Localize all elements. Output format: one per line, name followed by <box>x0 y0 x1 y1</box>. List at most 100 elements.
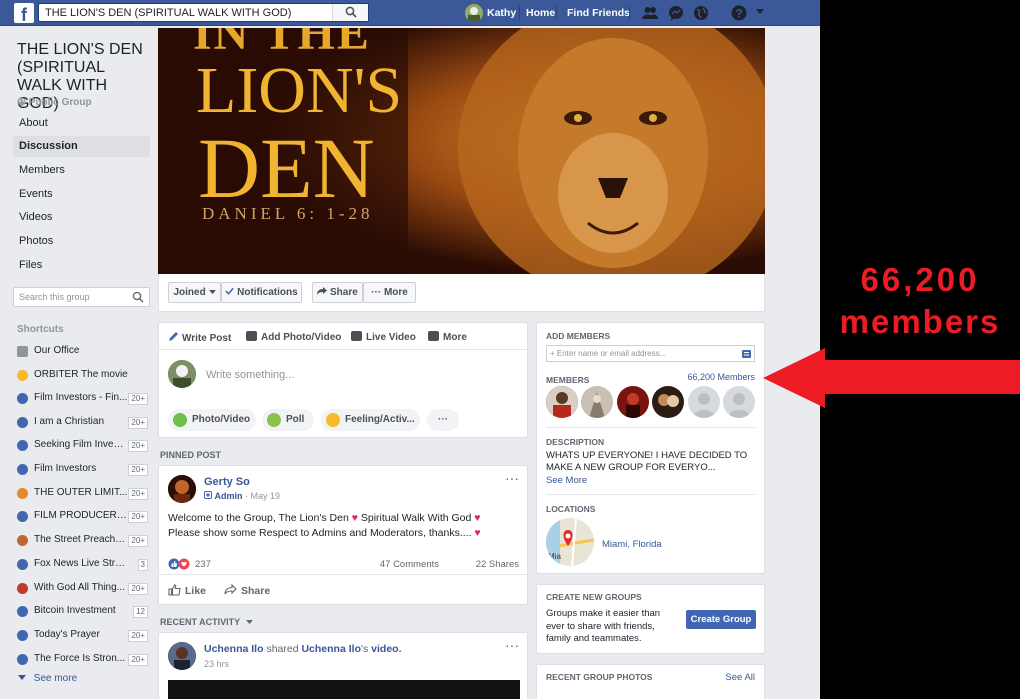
unread-count-badge: 20+ <box>128 488 148 500</box>
find-friends-link[interactable]: Find Friends <box>567 7 630 19</box>
create-group-button[interactable]: Create Group <box>686 610 756 629</box>
composer-input[interactable]: Write something... <box>206 369 294 381</box>
shortcut-item[interactable]: Seeking Film Invest... 20+ <box>17 438 150 454</box>
messenger-icon[interactable] <box>668 5 684 21</box>
post-date[interactable]: May 19 <box>251 491 281 501</box>
tab-live-video[interactable]: Live Video <box>351 331 416 343</box>
annotation-arrow-icon <box>763 348 1020 408</box>
avatar[interactable] <box>168 475 196 503</box>
shortcut-label: I am a Christian <box>34 416 105 427</box>
notifications-globe-icon[interactable] <box>693 5 709 21</box>
shortcut-item[interactable]: Today's Prayer 20+ <box>17 628 150 644</box>
leftnav-about[interactable]: About <box>13 113 150 134</box>
tab-write-post[interactable]: Write Post <box>168 331 231 344</box>
add-members-input[interactable]: + Enter name or email address... <box>546 345 755 362</box>
more-options-button[interactable]: ··· <box>427 409 459 431</box>
member-avatar[interactable] <box>546 386 578 418</box>
joined-button[interactable]: Joined <box>168 282 221 303</box>
members-count-link[interactable]: 66,200 Members <box>687 372 755 382</box>
recent-activity-heading[interactable]: RECENT ACTIVITY <box>160 617 253 627</box>
member-avatar[interactable] <box>652 386 684 418</box>
map-city-label: Mia <box>548 552 561 561</box>
description-see-more-link[interactable]: See More <box>546 475 587 486</box>
verb: shared <box>266 643 299 655</box>
admin-role[interactable]: Admin <box>215 491 243 501</box>
search-button[interactable] <box>332 4 368 21</box>
group-cover-photo[interactable]: IN THE LION'S DEN DANIEL 6: 1-28 <box>158 28 765 274</box>
shortcut-item[interactable]: With God All Thing... 20+ <box>17 581 150 597</box>
shortcut-item[interactable]: FILM PRODUCERS,FIN...20+ <box>17 509 150 525</box>
shortcut-item[interactable]: ORBITER The movie <box>17 368 150 384</box>
tab-more[interactable]: More <box>428 331 467 343</box>
leftnav-discussion[interactable]: Discussion <box>13 136 150 157</box>
cover-actions-bar: Joined Notifications Share ··· More <box>158 274 765 312</box>
shortcut-item[interactable]: Fox News Live Strea... 3 <box>17 557 150 573</box>
leftnav-files[interactable]: Files <box>13 255 150 276</box>
shortcuts-see-more-link[interactable]: See more <box>18 673 77 684</box>
unread-count-badge: 20+ <box>128 464 148 476</box>
object-owner-link[interactable]: Uchenna Ilo <box>301 643 361 655</box>
group-description: WHATS UP EVERYONE! I HAVE DECIDED TO MAK… <box>546 450 748 473</box>
facebook-logo-icon[interactable]: f <box>14 3 34 23</box>
shortcut-item[interactable]: The Street Preache... 20+ <box>17 533 150 549</box>
comments-count[interactable]: 47 Comments <box>380 559 439 570</box>
leftnav-photos[interactable]: Photos <box>13 231 150 252</box>
post-time[interactable]: 23 hrs <box>204 659 229 669</box>
member-avatar[interactable] <box>581 386 613 418</box>
photo-video-button[interactable]: Photo/Video <box>168 409 256 431</box>
leftnav-events[interactable]: Events <box>13 184 150 205</box>
chevron-down-icon <box>245 620 253 625</box>
shortcut-item[interactable]: I am a Christian 20+ <box>17 415 150 431</box>
shortcut-item[interactable]: Our Office <box>17 344 150 360</box>
unread-count-badge: 20+ <box>128 654 148 666</box>
group-privacy-label: Public Group <box>17 97 92 108</box>
reactions-count[interactable]: 237 <box>195 559 211 570</box>
video-link[interactable]: video. <box>371 643 401 655</box>
search-bar[interactable]: THE LION'S DEN (SPIRITUAL WALK WITH GOD) <box>38 3 369 22</box>
actor-link[interactable]: Uchenna Ilo <box>204 643 264 655</box>
notifications-button[interactable]: Notifications <box>221 282 302 303</box>
video-thumbnail[interactable] <box>168 680 520 699</box>
post-options-icon[interactable]: ··· <box>505 637 519 653</box>
shortcut-item[interactable]: The Force Is Stron... 20+ <box>17 652 150 668</box>
help-icon[interactable]: ? <box>731 5 747 21</box>
shares-count[interactable]: 22 Shares <box>476 559 519 570</box>
shortcut-item[interactable]: THE OUTER LIMIT... 20+ <box>17 486 150 502</box>
location-map[interactable]: Mia <box>546 518 594 566</box>
shortcut-label: Our Office <box>34 345 80 356</box>
reactions-icon[interactable] <box>168 558 192 570</box>
pill-label: Photo/Video <box>192 414 251 425</box>
share-button[interactable]: Share <box>312 282 363 303</box>
member-avatar-placeholder[interactable] <box>688 386 720 418</box>
search-input[interactable]: THE LION'S DEN (SPIRITUAL WALK WITH GOD) <box>45 7 291 19</box>
post-options-icon[interactable]: ··· <box>505 470 519 486</box>
shortcut-item[interactable]: Film Investors - Fin... 20+ <box>17 391 150 407</box>
avatar[interactable] <box>168 642 196 670</box>
more-button[interactable]: ··· More <box>363 282 416 303</box>
member-avatar-placeholder[interactable] <box>723 386 755 418</box>
contacts-icon[interactable] <box>742 350 751 358</box>
like-button[interactable]: Like <box>168 584 206 597</box>
avatar[interactable] <box>168 360 196 388</box>
post-author-link[interactable]: Gerty So <box>204 476 250 488</box>
user-avatar[interactable] <box>465 4 483 22</box>
poll-icon <box>267 413 281 427</box>
share-post-button[interactable]: Share <box>224 583 270 597</box>
location-link[interactable]: Miami, Florida <box>602 539 662 550</box>
group-icon <box>17 393 28 404</box>
poll-button[interactable]: Poll <box>262 409 314 431</box>
shortcut-item[interactable]: Bitcoin Investment 12 <box>17 604 150 620</box>
see-all-photos-link[interactable]: See All <box>725 672 755 683</box>
member-avatar[interactable] <box>617 386 649 418</box>
friend-requests-icon[interactable] <box>642 5 658 21</box>
account-menu-chevron-down-icon[interactable] <box>755 8 765 16</box>
profile-link[interactable]: Kathy <box>487 7 516 19</box>
leftnav-videos[interactable]: Videos <box>13 207 150 228</box>
group-search-input[interactable]: Search this group <box>13 287 150 307</box>
tab-add-photo-video[interactable]: Add Photo/Video <box>246 331 341 343</box>
feeling-activity-button[interactable]: Feeling/Activ... <box>321 409 420 431</box>
shortcut-item[interactable]: Film Investors 20+ <box>17 462 150 478</box>
leftnav-members[interactable]: Members <box>13 160 150 181</box>
search-icon[interactable] <box>132 291 144 303</box>
home-link[interactable]: Home <box>526 7 555 19</box>
